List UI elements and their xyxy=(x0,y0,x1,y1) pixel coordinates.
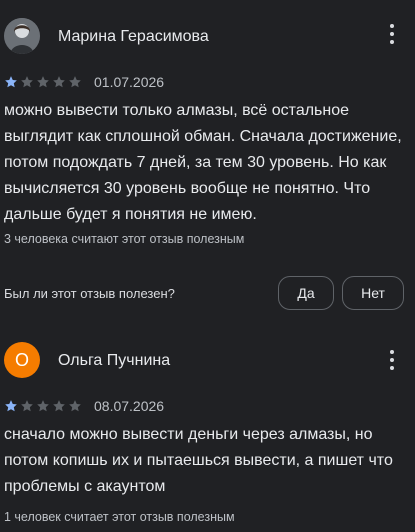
star-icon xyxy=(69,400,81,412)
helpful-count: 1 человек считает этот отзыв полезным xyxy=(4,510,235,524)
avatar xyxy=(4,18,40,54)
star-icon xyxy=(37,400,49,412)
star-icon xyxy=(21,400,33,412)
helpful-question-row: Был ли этот отзыв полезен? Да Нет xyxy=(0,276,415,310)
star-icon xyxy=(53,76,65,88)
review-text: можно вывести только алмазы, всё остальн… xyxy=(4,102,402,223)
no-button[interactable]: Нет xyxy=(342,276,404,310)
more-vert-icon[interactable] xyxy=(387,24,397,50)
helpful-question: Был ли этот отзыв полезен? xyxy=(4,286,175,301)
rating-row: 01.07.2026 xyxy=(4,72,164,92)
yes-button[interactable]: Да xyxy=(278,276,334,310)
star-rating xyxy=(4,75,82,89)
review-author: Ольга Пучнина xyxy=(58,352,171,369)
avatar: О xyxy=(4,342,40,378)
review-author: Марина Герасимова xyxy=(58,28,209,45)
rating-row: 08.07.2026 xyxy=(4,396,164,416)
star-icon xyxy=(5,76,17,88)
star-icon xyxy=(69,76,81,88)
star-icon xyxy=(53,400,65,412)
star-rating xyxy=(4,399,82,413)
star-icon xyxy=(37,76,49,88)
star-icon xyxy=(21,76,33,88)
helpful-count: 3 человека считают этот отзыв полезным xyxy=(4,232,245,246)
star-icon xyxy=(5,400,17,412)
review-date: 08.07.2026 xyxy=(94,398,165,414)
more-vert-icon[interactable] xyxy=(387,350,397,376)
review-text: сначало можно вывести деньги через алмаз… xyxy=(4,426,393,495)
review-date: 01.07.2026 xyxy=(94,74,165,90)
